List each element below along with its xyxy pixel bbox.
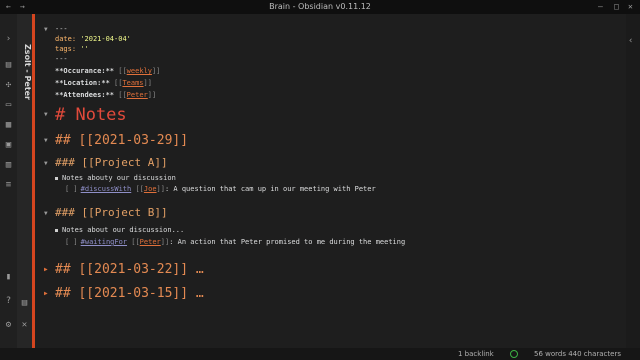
- status-bar: 1 backlink 56 words 440 characters: [0, 348, 640, 360]
- window-title: Brain - Obsidian v0.11.12: [269, 2, 371, 11]
- menu-icon[interactable]: ≡: [3, 180, 14, 191]
- close-tab-icon[interactable]: ✕: [19, 320, 30, 331]
- chevron-right-icon[interactable]: ›: [3, 34, 14, 45]
- heading-notes: # Notes: [55, 105, 127, 125]
- book-icon[interactable]: ▮: [3, 272, 14, 283]
- fold-collapsed-icon[interactable]: ▶: [44, 266, 48, 273]
- tab-title[interactable]: Zsolt - Peter: [18, 44, 32, 100]
- list-item: Notes about our discussion...: [55, 226, 184, 234]
- left-ribbon: › ▤ ✣ ▭ ▦ ▣ ▥ ≡ ▮ ? ⚙: [0, 14, 18, 348]
- frontmatter-date-value: '2021-04-04': [80, 35, 131, 43]
- word-count: 56 words 440 characters: [534, 350, 621, 358]
- fold-frontmatter-icon[interactable]: ▼: [44, 26, 48, 33]
- chevron-left-icon[interactable]: ‹: [628, 36, 633, 46]
- fold-notes-icon[interactable]: ▼: [44, 111, 48, 118]
- maximize-icon[interactable]: □: [614, 0, 619, 14]
- heading-project-b[interactable]: ### [[Project B]]: [55, 206, 168, 219]
- heading-2021-03-22[interactable]: ## [[2021-03-22]] …: [55, 262, 204, 277]
- link-peter[interactable]: Peter: [140, 238, 161, 246]
- link-bracket: [[: [131, 238, 140, 246]
- frontmatter-open: ---: [55, 25, 68, 33]
- property-label: **Attendees:**: [55, 91, 115, 99]
- bullet-text: Notes about our discussion...: [62, 226, 185, 234]
- bullet-text: Notes abouty our discussion: [62, 174, 176, 182]
- calendar-icon[interactable]: ▣: [3, 140, 14, 151]
- frontmatter-date-key: date:: [55, 35, 77, 43]
- link-bracket: ]]: [156, 185, 165, 193]
- vertical-tab[interactable]: Zsolt - Peter ▤ ✕: [17, 14, 32, 348]
- task-checkbox[interactable]: [ ]: [65, 185, 78, 193]
- link-teams[interactable]: Teams: [122, 79, 143, 87]
- task-text: : A question that cam up in our meeting …: [164, 185, 376, 193]
- settings-icon[interactable]: ⚙: [3, 320, 14, 331]
- link-bracket: ]]: [160, 238, 170, 246]
- link-bracket: [[: [135, 185, 144, 193]
- bullet-dot: [55, 228, 58, 232]
- task-text: : An action that Peter promised to me du…: [169, 238, 406, 246]
- list-item: Notes abouty our discussion: [55, 174, 176, 182]
- right-sidebar: ‹: [626, 14, 640, 348]
- sidebar-toggle-icon[interactable]: ▤: [19, 298, 30, 309]
- heading-2021-03-15[interactable]: ## [[2021-03-15]] …: [55, 286, 204, 301]
- property-label: **Location:**: [55, 79, 110, 87]
- frontmatter-tags-key: tags:: [55, 45, 77, 53]
- link-bracket: ]]: [143, 79, 152, 87]
- link-bracket: ]]: [147, 91, 157, 99]
- heading-project-a[interactable]: ### [[Project A]]: [55, 156, 168, 169]
- task-checkbox[interactable]: [ ]: [65, 238, 78, 246]
- frontmatter-close: ---: [55, 55, 68, 63]
- title-bar: ← → Brain - Obsidian v0.11.12 – □ ✕: [0, 0, 640, 14]
- table-icon[interactable]: ▥: [3, 160, 14, 171]
- fold-project-a-icon[interactable]: ▼: [44, 160, 48, 167]
- task-item: [ ] #discussWith [[Joe]]: A question that…: [65, 185, 376, 193]
- property-attendees: **Attendees:** [[Peter]]: [55, 91, 156, 99]
- minimize-icon[interactable]: –: [598, 0, 603, 14]
- property-occurance: **Occurance:** [[weekly]]: [55, 67, 160, 75]
- bullet-dot: [55, 176, 58, 180]
- frontmatter-tags: tags: '': [55, 45, 89, 53]
- file-icon[interactable]: ▤: [3, 60, 14, 71]
- fold-project-b-icon[interactable]: ▼: [44, 210, 48, 217]
- close-window-icon[interactable]: ✕: [628, 0, 633, 14]
- property-label: **Occurance:**: [55, 67, 115, 75]
- link-bracket: ]]: [151, 67, 161, 75]
- fold-collapsed-icon[interactable]: ▶: [44, 290, 48, 297]
- link-weekly[interactable]: weekly: [127, 67, 152, 75]
- task-item: [ ] #waitingFor [[Peter]]: An action that…: [65, 238, 405, 246]
- frontmatter-date: date: '2021-04-04': [55, 35, 131, 43]
- folder-icon[interactable]: ▭: [3, 100, 14, 111]
- tag-discuss-with[interactable]: #discussWith: [81, 185, 132, 193]
- grid-icon[interactable]: ▦: [3, 120, 14, 131]
- link-joe[interactable]: Joe: [144, 185, 157, 193]
- backlink-count[interactable]: 1 backlink: [458, 348, 494, 360]
- heading-2021-03-29[interactable]: ## [[2021-03-29]]: [55, 133, 188, 148]
- property-location: **Location:** [[Teams]]: [55, 79, 152, 87]
- help-icon[interactable]: ?: [3, 296, 14, 307]
- link-bracket: [[: [118, 91, 127, 99]
- graph-icon[interactable]: ✣: [3, 80, 14, 91]
- link-bracket: [[: [118, 67, 127, 75]
- tag-waiting-for[interactable]: #waitingFor: [81, 238, 127, 246]
- frontmatter-tags-value: '': [80, 45, 89, 53]
- sync-status-icon[interactable]: [510, 350, 518, 358]
- editor-pane[interactable]: ▼ --- date: '2021-04-04' tags: '' --- **…: [35, 14, 626, 348]
- link-peter[interactable]: Peter: [127, 91, 148, 99]
- fold-2021-03-29-icon[interactable]: ▼: [44, 137, 48, 144]
